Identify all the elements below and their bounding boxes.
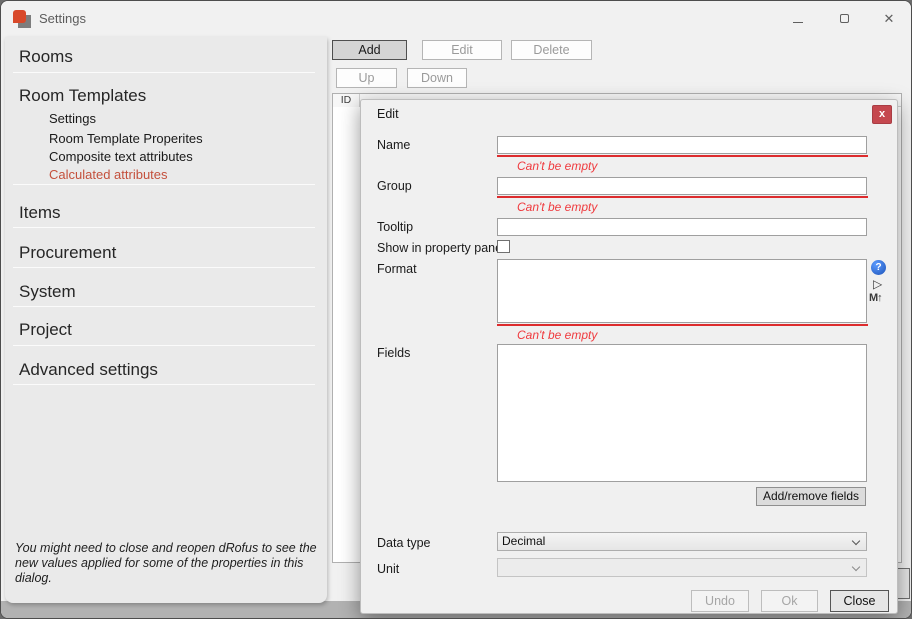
edit-button[interactable]: Edit <box>422 40 502 60</box>
undo-button[interactable]: Undo <box>691 590 749 612</box>
window-title: Settings <box>39 11 86 26</box>
data-type-label: Data type <box>377 536 431 550</box>
name-error-text: Can't be empty <box>517 159 597 173</box>
sidebar-item-room-templates[interactable]: Room Templates <box>19 86 146 106</box>
data-type-value: Decimal <box>502 534 545 548</box>
show-in-property-pane-checkbox[interactable] <box>497 240 510 253</box>
divider <box>13 306 315 307</box>
edit-dialog: Edit x Name Can't be empty Group Can't b… <box>360 99 898 614</box>
title-bar[interactable]: Settings ✕ <box>1 1 911 37</box>
sidebar-item-procurement[interactable]: Procurement <box>19 243 116 263</box>
sidebar-item-system[interactable]: System <box>19 282 76 302</box>
settings-window: Settings ✕ Rooms Room Templates Settings… <box>0 0 912 619</box>
divider <box>13 267 315 268</box>
sidebar-item-calculated-attributes[interactable]: Calculated attributes <box>49 167 168 182</box>
fields-listbox[interactable] <box>497 344 867 482</box>
drofus-app-icon <box>13 10 31 28</box>
format-error-underline <box>497 324 868 326</box>
tooltip-label: Tooltip <box>377 220 413 234</box>
fields-label: Fields <box>377 346 410 360</box>
app-icon-red-square <box>13 10 26 23</box>
delete-button[interactable]: Delete <box>511 40 592 60</box>
sidebar-item-project[interactable]: Project <box>19 320 72 340</box>
dialog-title: Edit <box>377 107 399 121</box>
divider <box>13 345 315 346</box>
add-button[interactable]: Add <box>332 40 407 60</box>
group-error-underline <box>497 196 868 198</box>
sidebar-item-rooms[interactable]: Rooms <box>19 47 73 67</box>
unit-label: Unit <box>377 562 399 576</box>
name-label: Name <box>377 138 410 152</box>
format-label: Format <box>377 262 417 276</box>
maximize-button[interactable] <box>830 9 858 29</box>
group-label: Group <box>377 179 412 193</box>
minimize-icon <box>793 22 803 23</box>
dialog-close-button[interactable]: x <box>872 105 892 124</box>
run-format-icon[interactable]: ▷ <box>873 277 882 291</box>
format-field[interactable] <box>497 259 867 323</box>
help-icon[interactable]: ? <box>871 260 886 275</box>
format-error-text: Can't be empty <box>517 328 597 342</box>
group-field[interactable] <box>497 177 867 195</box>
table-header-id[interactable]: ID <box>333 94 360 107</box>
divider <box>13 384 315 385</box>
settings-sidebar: Rooms Room Templates Settings Room Templ… <box>5 37 327 603</box>
name-error-underline <box>497 155 868 157</box>
close-window-button[interactable]: ✕ <box>875 9 903 29</box>
chevron-down-icon <box>852 563 860 571</box>
sidebar-item-items[interactable]: Items <box>19 203 61 223</box>
tooltip-field[interactable] <box>497 218 867 236</box>
show-in-property-pane-label: Show in property pane <box>377 241 502 255</box>
sidebar-item-advanced-settings[interactable]: Advanced settings <box>19 360 158 380</box>
down-button[interactable]: Down <box>407 68 467 88</box>
divider <box>13 184 315 185</box>
group-error-text: Can't be empty <box>517 200 597 214</box>
restart-note: You might need to close and reopen dRofu… <box>15 541 317 586</box>
unit-select[interactable] <box>497 558 867 577</box>
maximize-icon <box>840 14 849 23</box>
sidebar-item-room-template-properties[interactable]: Room Template Properites <box>49 131 203 146</box>
divider <box>13 227 315 228</box>
name-field[interactable] <box>497 136 867 154</box>
multiline-expand-icon[interactable]: M↑ <box>869 292 882 304</box>
chevron-down-icon <box>852 537 860 545</box>
sidebar-item-composite-text-attributes[interactable]: Composite text attributes <box>49 149 193 164</box>
ok-button[interactable]: Ok <box>761 590 818 612</box>
dialog-close-footer-button[interactable]: Close <box>830 590 889 612</box>
sidebar-item-room-templates-settings[interactable]: Settings <box>49 111 96 126</box>
data-type-select[interactable]: Decimal <box>497 532 867 551</box>
add-remove-fields-button[interactable]: Add/remove fields <box>756 487 866 506</box>
minimize-button[interactable] <box>784 9 812 29</box>
divider <box>13 72 315 73</box>
up-button[interactable]: Up <box>336 68 397 88</box>
